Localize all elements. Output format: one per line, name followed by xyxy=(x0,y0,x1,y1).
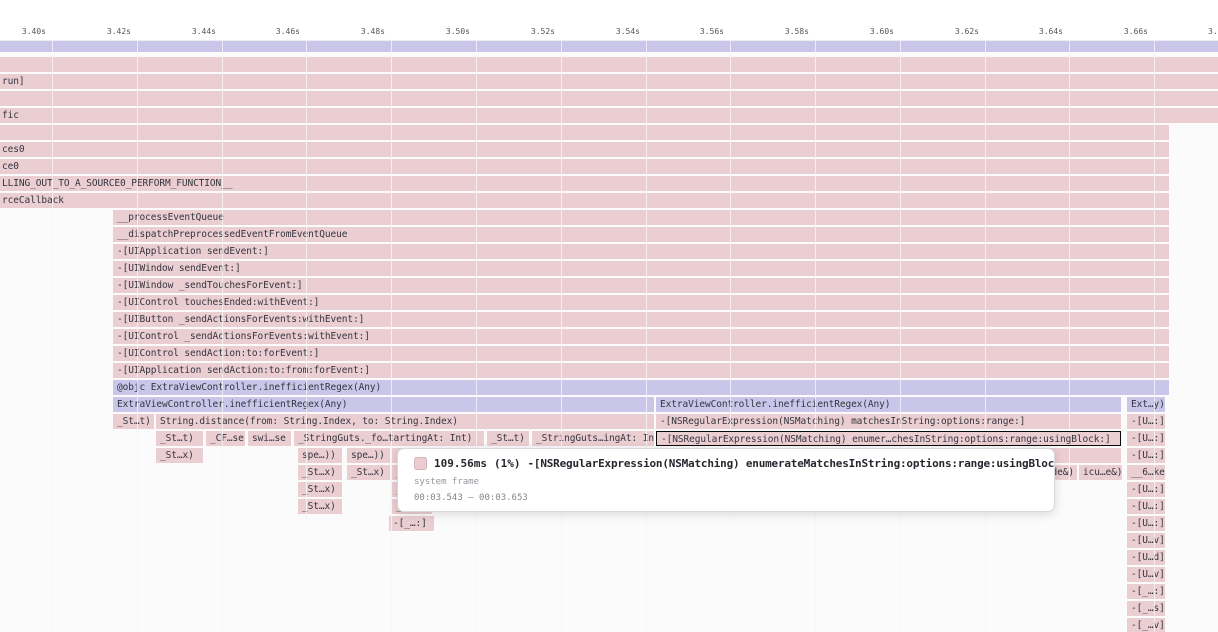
tooltip-duration: 109.56ms xyxy=(434,457,487,470)
tooltip-percent: (1%) xyxy=(494,457,521,470)
time-ruler[interactable]: 3.40s 3.42s 3.44s 3.46s 3.48s 3.50s 3.52s 3.54s… xyxy=(0,0,1218,41)
frame-bar[interactable]: -[U…:] xyxy=(1127,448,1165,463)
time-gridline xyxy=(476,40,477,632)
frame-bar[interactable]: icu…e&) xyxy=(1079,465,1122,480)
frame-bar[interactable]: Ext…y) xyxy=(1127,397,1165,412)
frame-bar[interactable]: _St…t) xyxy=(113,414,154,429)
frame-bar[interactable]: spe…)) xyxy=(298,448,342,463)
time-tick-label: 3.66s xyxy=(1124,27,1154,36)
time-tick-label: 3.48s xyxy=(361,27,391,36)
frame-bar[interactable]: -[NSRegularExpression(NSMatching) matche… xyxy=(656,414,1121,429)
frame-bar[interactable]: ces0 xyxy=(0,142,1169,157)
time-tick-label: 3.64s xyxy=(1039,27,1069,36)
frame-bar[interactable]: -[UIControl sendAction:to:forEvent:] xyxy=(113,346,1169,361)
tooltip-symbol: -[NSRegularExpression(NSMatching) enumer… xyxy=(527,457,1055,470)
time-tick-label: 3.56s xyxy=(700,27,730,36)
frame-bar[interactable]: fic xyxy=(0,108,1218,123)
time-gridline xyxy=(306,40,307,632)
frame-bar[interactable]: -[U…d] xyxy=(1127,550,1165,565)
frame-bar[interactable]: LLING_OUT_TO_A_SOURCE0_PERFORM_FUNCTION_… xyxy=(0,176,1169,191)
time-tick-label: 3.40s xyxy=(22,27,52,36)
frame-bar[interactable] xyxy=(0,57,1218,72)
frame-bar[interactable]: _St…t) xyxy=(156,431,203,446)
frame-bar[interactable]: -[_…s] xyxy=(1127,601,1165,616)
frame-bar[interactable]: ExtraViewController.inefficientRegex(Any… xyxy=(113,397,654,412)
selected-frame-bar[interactable]: -[NSRegularExpression(NSMatching) enumer… xyxy=(656,431,1121,446)
time-tick-label: 3.60s xyxy=(870,27,900,36)
frame-bar[interactable]: rceCallback xyxy=(0,193,1169,208)
time-tick-label: 3.62s xyxy=(955,27,985,36)
frame-bar[interactable]: _St…x) xyxy=(347,465,390,480)
tooltip-title-line: 109.56ms (1%) -[NSRegularExpression(NSMa… xyxy=(414,457,1038,470)
frame-tooltip: 109.56ms (1%) -[NSRegularExpression(NSMa… xyxy=(397,448,1055,512)
frame-bar[interactable]: -[U…:] xyxy=(1127,499,1165,514)
time-gridline xyxy=(646,40,647,632)
time-gridline xyxy=(900,40,901,632)
frame-bar[interactable]: @objc ExtraViewController.inefficientReg… xyxy=(113,380,1169,395)
frame-bar[interactable]: __dispatchPreprocessedEventFromEventQueu… xyxy=(113,227,1169,242)
frame-bar[interactable]: -[UIControl touchesEnded:withEvent:] xyxy=(113,295,1169,310)
time-tick-label: 3.44s xyxy=(192,27,222,36)
time-gridline xyxy=(222,40,223,632)
tooltip-time-range: 00:03.543 — 00:03.653 xyxy=(414,493,1038,503)
time-gridline xyxy=(730,40,731,632)
frame-bar[interactable]: -[UIApplication sendAction:to:from:forEv… xyxy=(113,363,1169,378)
time-gridline xyxy=(985,40,986,632)
time-tick-label: 3.50s xyxy=(446,27,476,36)
frame-bar[interactable]: __processEventQueue xyxy=(113,210,1169,225)
frame-bar[interactable]: -[U…:] xyxy=(1127,482,1165,497)
time-gridline xyxy=(391,40,392,632)
time-tick-label: 3.58s xyxy=(785,27,815,36)
frame-bar[interactable]: -[U…:] xyxy=(1127,431,1165,446)
time-tick-label: 3.42s xyxy=(107,27,137,36)
flame-chart: 3.40s 3.42s 3.44s 3.46s 3.48s 3.50s 3.52s 3.54s… xyxy=(0,0,1218,632)
frame-bar[interactable]: -[U…v] xyxy=(1127,567,1165,582)
frame-bar[interactable]: _CF…se xyxy=(206,431,245,446)
frame-bar[interactable] xyxy=(0,41,1218,52)
frame-bar[interactable]: -[UIWindow _sendTouchesForEvent:] xyxy=(113,278,1169,293)
time-gridline xyxy=(1154,40,1155,632)
time-tick-label: 3.52s xyxy=(531,27,561,36)
frame-bar[interactable]: -[U…:] xyxy=(1127,516,1165,531)
frame-bar[interactable]: _StringGuts…ingAt: Int) xyxy=(532,431,654,446)
time-gridline xyxy=(561,40,562,632)
time-gridline xyxy=(1069,40,1070,632)
frame-bar[interactable]: ExtraViewController.inefficientRegex(Any… xyxy=(656,397,1121,412)
time-gridline xyxy=(52,40,53,632)
frame-bar[interactable]: _St…x) xyxy=(298,482,342,497)
time-gridline xyxy=(137,40,138,632)
time-tick-label: 3.46s xyxy=(276,27,306,36)
frame-bar[interactable]: __6…ke xyxy=(1127,465,1165,480)
frame-color-swatch xyxy=(414,457,427,470)
frame-bar[interactable]: run] xyxy=(0,74,1218,89)
frame-bar[interactable]: -[_…v] xyxy=(1127,618,1165,632)
time-gridline xyxy=(815,40,816,632)
frame-bar[interactable]: -[U…:] xyxy=(1127,414,1165,429)
frame-bar[interactable]: _St…t) xyxy=(487,431,529,446)
frame-bar[interactable]: -[_…:] xyxy=(389,516,434,531)
frame-bar[interactable]: -[UIWindow sendEvent:] xyxy=(113,261,1169,276)
frame-bar[interactable] xyxy=(0,91,1218,106)
frame-bar[interactable]: -[U…v] xyxy=(1127,533,1165,548)
time-tick-label: 3. xyxy=(1208,27,1218,36)
frame-bar[interactable]: -[UIControl _sendActionsForEvents:withEv… xyxy=(113,329,1169,344)
frame-bar[interactable]: _St…x) xyxy=(156,448,203,463)
frame-bar[interactable]: -[UIButton _sendActionsForEvents:withEve… xyxy=(113,312,1169,327)
frame-bar[interactable]: spe…)) xyxy=(347,448,390,463)
frame-bar[interactable]: _St…x) xyxy=(298,499,342,514)
tooltip-note: system frame xyxy=(414,477,1038,487)
frame-bar[interactable]: swi…se xyxy=(248,431,291,446)
frame-bar[interactable]: ce0 xyxy=(0,159,1169,174)
frame-bar[interactable]: -[UIApplication sendEvent:] xyxy=(113,244,1169,259)
frame-bar[interactable]: _StringGuts._fo…tartingAt: Int) xyxy=(294,431,484,446)
time-tick-label: 3.54s xyxy=(616,27,646,36)
frame-bar[interactable]: -[_…:] xyxy=(1127,584,1165,599)
frame-bar[interactable]: String.distance(from: String.Index, to: … xyxy=(156,414,654,429)
frame-bar[interactable]: _St…x) xyxy=(298,465,342,480)
frame-bar[interactable] xyxy=(0,125,1169,140)
